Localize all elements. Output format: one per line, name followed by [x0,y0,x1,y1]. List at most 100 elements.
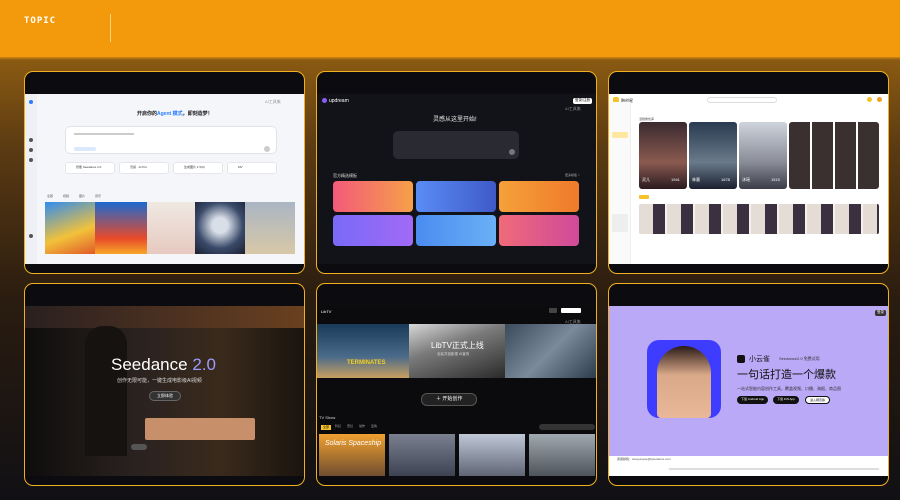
title-highlight: Agent 模式 [157,111,183,117]
chip-1[interactable]: 灵感 · AI Pro [119,162,169,174]
agent-mode-toggle[interactable] [74,147,96,151]
home-icon[interactable] [29,138,33,142]
hero-image-frame [647,340,721,418]
sidebar-item-active[interactable] [612,132,628,138]
updream-page: updream 登录/注册 AI工具集 灵感从这里开始! 官方精选模板 更多模板… [317,94,596,264]
search-input[interactable] [539,424,595,430]
chip-3[interactable]: MV [227,162,277,174]
character-grid-small[interactable] [789,122,879,189]
character-card-3[interactable]: 沐瑶 1515 [739,122,787,189]
banner-subtitle: 全民共创影视 AI宣传 [437,352,470,356]
topic-label: TOPIC [24,16,57,26]
page-title: 开启你的Agent 模式，即刻造梦！ [137,112,213,117]
poster-1[interactable]: Solaris Spaceship [319,434,385,476]
poster-title: Solaris Spaceship [325,440,382,447]
prompt-input[interactable] [393,131,519,159]
screenshot-card-character-library[interactable]: 融创星 漫剧角色库 灵儿 1941 林墨 1678 沐瑶 1515 [608,71,889,274]
chip-label: 生成图片 1.5(0) [184,165,205,169]
brand-name: updream [329,98,349,104]
template-tile-3[interactable] [499,181,579,212]
character-card-1[interactable]: 灵儿 1941 [639,122,687,189]
gallery-thumb-5[interactable] [245,202,295,254]
title-prefix: 开启你的 [137,111,158,117]
create-icon[interactable] [29,158,33,162]
screenshot-card-seedance[interactable]: AI工具集 Seedance 2.0 创作无限可能，一键生成电影级AI视频 立即… [24,283,305,486]
subheadline: 一站式智能内容创作工具，覆盖视频、口播、海报、商品图 [737,386,841,391]
explore-icon[interactable] [29,148,33,152]
screenshot-card-agent-mode[interactable]: 开启你的Agent 模式，即刻造梦！ AI工具集 智能 Seedance 2.0… [24,71,305,274]
tag-scifi[interactable]: 科幻 [335,425,341,428]
hero-woman-image [657,346,711,418]
template-tile-2[interactable] [416,181,496,212]
start-creating-button[interactable]: ＋ 开始创作 [421,393,478,406]
gallery-thumb-1[interactable] [45,202,95,254]
character-name: 灵儿 [642,177,650,182]
watermark-logo: AI工具集 [565,106,581,111]
screenshot-card-updream[interactable]: updream 登录/注册 AI工具集 灵感从这里开始! 官方精选模板 更多模板… [316,71,597,274]
sidebar [25,94,37,264]
headline: 灵感从这里开始! [433,117,477,123]
chip-2[interactable]: 生成图片 1.5(0) [173,162,223,174]
banner-title: LibTV正式上线 [431,341,484,350]
template-tile-6[interactable] [499,215,579,246]
screenshot-card-xiaoyunque[interactable]: 登录 小云雀 Seedance2.0 免费试用 一句话打造一个爆款 一站式智能内… [608,283,889,486]
more-templates-link[interactable]: 更多模板 > [565,174,580,177]
web-version-button[interactable]: 进入网页版 [805,396,831,404]
section-tag: 漫剧角色库 [639,117,655,121]
tag-all[interactable]: 全部 [321,425,332,430]
tab-video[interactable]: 视频 [63,195,69,198]
tab-all[interactable]: 全部 [47,195,53,198]
carousel-main-image[interactable]: LibTV正式上线 全民共创影视 AI宣传 [409,324,505,378]
avatar[interactable] [877,97,882,102]
tag-fantasy[interactable]: 奇幻 [347,425,353,428]
login-button[interactable]: 登录/注册 [573,98,592,104]
carousel-left-image[interactable]: TERMINATES [317,324,409,378]
send-icon[interactable] [264,146,270,152]
gallery-thumb-4[interactable] [195,202,245,254]
prompt-input[interactable] [65,126,277,154]
notification-icon[interactable] [867,97,872,102]
try-now-button[interactable]: 立即体验 [149,391,181,401]
top-banner [0,0,900,57]
tag-action[interactable]: 动作 [359,425,365,428]
character-count: 1678 [721,177,730,182]
android-download-button[interactable]: 下载 Android App [737,396,769,404]
search-input[interactable] [707,97,777,103]
screenshot-card-libtv[interactable]: LibTV AI工具集 TERMINATES LibTV正式上线 全民共创影视 … [316,283,597,486]
sidebar [609,102,631,264]
send-icon[interactable] [509,149,515,155]
ios-download-button[interactable]: 下载 iOS App [773,396,799,404]
chip-0[interactable]: 智能 Seedance 2.0 [65,162,115,174]
header-divider [110,14,111,42]
footer-links [669,468,879,470]
poster-2[interactable] [389,434,455,476]
filter-active[interactable] [639,195,649,199]
gallery-thumb-2[interactable] [95,202,147,254]
pizza-boxes [145,418,255,440]
carousel-right-image[interactable] [505,324,596,378]
brand-name: 小云雀 [749,356,770,363]
login-button[interactable]: 登录 [875,310,886,316]
poster-3[interactable] [459,434,525,476]
login-button[interactable] [561,308,581,313]
user-icon[interactable] [29,234,33,238]
settings-icon[interactable] [549,308,557,313]
gallery-thumb-3[interactable] [147,202,195,254]
tagline: 创作无限可能，一键生成电影级AI视频 [117,378,202,384]
poster-4[interactable] [529,434,595,476]
chip-label: 智能 Seedance 2.0 [76,165,102,169]
character-strip[interactable] [639,204,879,234]
left-title: TERMINATES [347,360,386,366]
libtv-page: LibTV AI工具集 TERMINATES LibTV正式上线 全民共创影视 … [317,306,596,476]
tag-romance[interactable]: 爱情 [371,425,377,428]
template-tile-1[interactable] [333,181,413,212]
section-title: 官方精选模板 [333,173,357,178]
template-tile-5[interactable] [416,215,496,246]
tab-music[interactable]: 音乐 [95,195,101,198]
title-main: Seedance [111,355,188,374]
character-card-2[interactable]: 林墨 1678 [689,122,737,189]
tab-image[interactable]: 图片 [79,195,85,198]
template-tile-4[interactable] [333,215,413,246]
carousel-indicator[interactable] [131,444,147,450]
chip-label: MV [238,165,243,169]
